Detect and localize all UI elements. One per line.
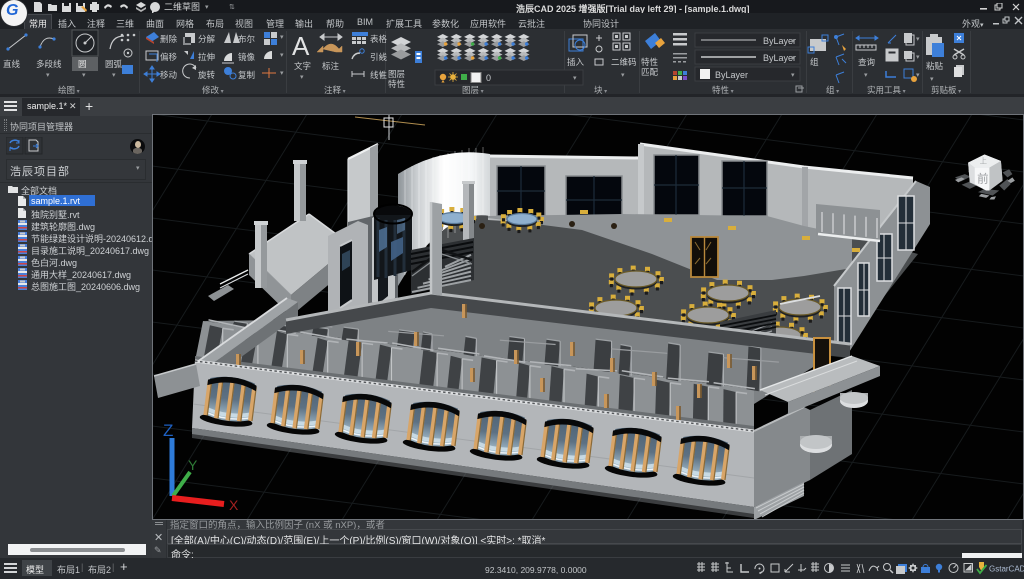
- svg-text:特性: 特性: [641, 57, 659, 67]
- svg-text:文字: 文字: [294, 61, 311, 71]
- svg-text:▾: ▾: [791, 38, 795, 45]
- svg-text:查询: 查询: [858, 57, 875, 67]
- svg-text:直线: 直线: [3, 59, 21, 69]
- svg-text:特性: 特性: [388, 79, 406, 89]
- svg-text:▾: ▾: [621, 72, 625, 79]
- svg-text:圆: 圆: [78, 59, 87, 69]
- svg-text:A: A: [292, 31, 310, 61]
- svg-text:旋转: 旋转: [198, 70, 216, 80]
- svg-text:二维草图: 二维草图: [164, 1, 200, 12]
- svg-text:图层: 图层: [388, 69, 405, 79]
- svg-text:▾: ▾: [46, 72, 50, 79]
- svg-text:▾: ▾: [280, 34, 284, 41]
- svg-text:GstarCAD: GstarCAD: [989, 565, 1024, 574]
- svg-text:拉伸: 拉伸: [198, 52, 215, 62]
- svg-text:▾: ▾: [300, 74, 304, 81]
- svg-text:Z: Z: [163, 421, 173, 440]
- svg-text:粘贴: 粘贴: [926, 61, 944, 71]
- svg-text:▾: ▾: [112, 72, 116, 79]
- svg-text:插入: 插入: [567, 57, 585, 67]
- svg-text:▾: ▾: [573, 75, 577, 82]
- svg-text:▾: ▾: [82, 72, 86, 79]
- svg-text:▾: ▾: [916, 72, 920, 79]
- svg-text:多段线: 多段线: [36, 59, 62, 69]
- svg-text:分解: 分解: [198, 34, 216, 44]
- svg-text:▾: ▾: [380, 73, 384, 80]
- svg-text:▾: ▾: [380, 55, 384, 62]
- svg-text:▾: ▾: [791, 55, 795, 62]
- svg-text:Y: Y: [188, 457, 198, 473]
- svg-text:标注: 标注: [322, 61, 340, 71]
- svg-text:移动: 移动: [160, 70, 178, 80]
- svg-text:▾: ▾: [916, 36, 920, 43]
- svg-text:上: 上: [980, 156, 987, 165]
- svg-text:ByLayer: ByLayer: [715, 70, 748, 80]
- svg-text:▾: ▾: [930, 76, 934, 83]
- svg-text:前: 前: [977, 171, 988, 185]
- svg-text:删除: 删除: [160, 34, 178, 44]
- svg-text:⇅: ⇅: [229, 4, 235, 11]
- svg-text:偏移: 偏移: [160, 52, 178, 62]
- svg-text:X: X: [229, 497, 239, 513]
- svg-text:▾: ▾: [916, 54, 920, 61]
- svg-text:▾: ▾: [791, 72, 795, 79]
- svg-text:组: 组: [810, 57, 819, 67]
- svg-text:▾: ▾: [280, 70, 284, 77]
- svg-text:镜像: 镜像: [238, 52, 256, 62]
- svg-text:圆弧: 圆弧: [105, 59, 123, 69]
- svg-text:▾: ▾: [864, 72, 868, 79]
- svg-text:▾: ▾: [205, 4, 209, 11]
- svg-text:匹配: 匹配: [641, 67, 659, 77]
- svg-text:复制: 复制: [238, 70, 255, 80]
- svg-text:0: 0: [486, 73, 491, 83]
- svg-text:布尔: 布尔: [238, 34, 256, 44]
- svg-text:二维码: 二维码: [611, 57, 637, 67]
- svg-text:▾: ▾: [280, 52, 284, 59]
